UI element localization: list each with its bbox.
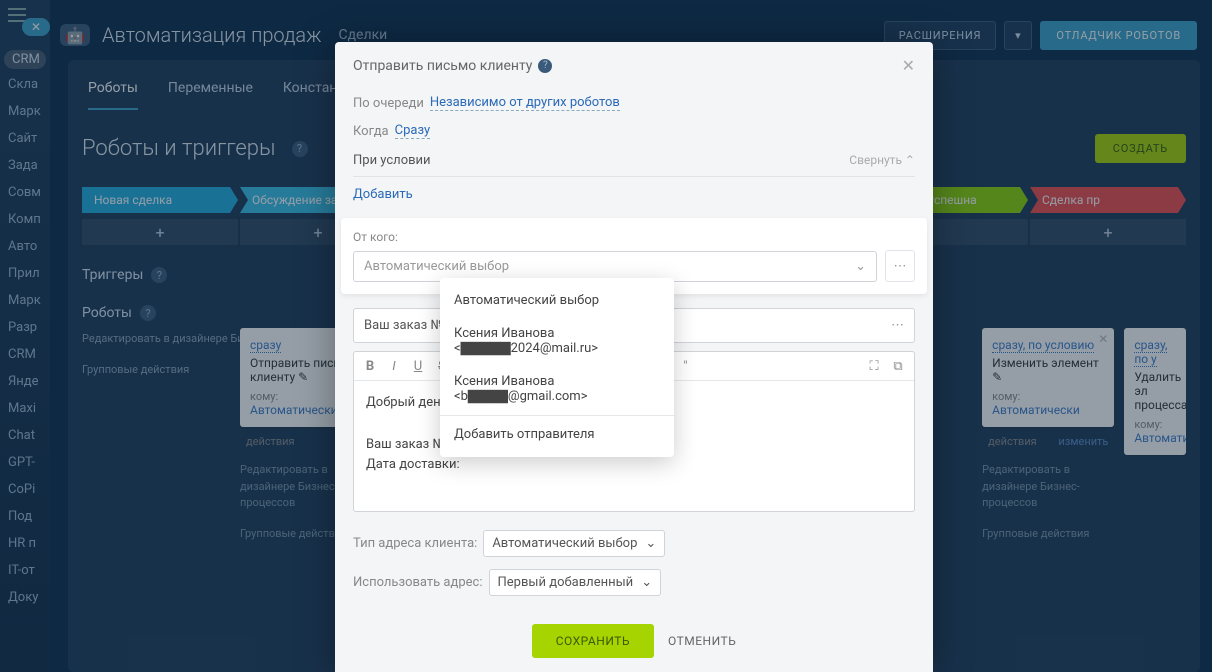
more-icon[interactable]: ⋯	[891, 318, 904, 333]
layout-icon[interactable]: ⧉	[890, 359, 906, 374]
condition-label: При условии	[353, 153, 431, 168]
quote-icon[interactable]: "	[677, 359, 693, 374]
collapse-toggle[interactable]: Свернуть ⌃	[849, 153, 915, 168]
bold-icon[interactable]: B	[362, 359, 378, 374]
queue-label: По очереди	[353, 96, 424, 111]
from-label: От кого:	[353, 230, 915, 244]
addr-type-label: Тип адреса клиента:	[353, 536, 477, 551]
cancel-button[interactable]: ОТМЕНИТЬ	[668, 634, 736, 648]
underline-icon[interactable]: U	[410, 359, 426, 374]
body-line: Дата доставки:	[366, 455, 902, 476]
chevron-down-icon: ⌄	[645, 536, 656, 551]
dropdown-option[interactable]: Ксения Иванова <▇▇▇▇▇2024@mail.ru>	[440, 317, 674, 365]
save-button[interactable]: СОХРАНИТЬ	[532, 624, 654, 658]
addr-type-select[interactable]: Автоматический выбор ⌄	[483, 530, 665, 557]
use-addr-label: Использовать адрес:	[353, 575, 483, 590]
use-addr-select[interactable]: Первый добавленный ⌄	[489, 569, 662, 596]
chevron-down-icon: ⌄	[855, 259, 866, 274]
from-dropdown: Автоматический выбор Ксения Иванова <▇▇▇…	[440, 278, 674, 457]
subject-value: Ваш заказ № {	[364, 318, 452, 333]
when-label: Когда	[353, 124, 389, 139]
from-select[interactable]: Автоматический выбор ⌄	[353, 251, 877, 282]
addr-type-value: Автоматический выбор	[492, 536, 637, 551]
dropdown-option[interactable]: Автоматический выбор	[440, 284, 674, 317]
close-icon[interactable]: ✕	[902, 56, 915, 75]
use-addr-value: Первый добавленный	[498, 575, 634, 590]
dropdown-add-sender[interactable]: Добавить отправителя	[440, 418, 674, 451]
chevron-down-icon: ⌄	[641, 575, 652, 590]
modal-title: Отправить письмо клиенту	[353, 58, 532, 74]
italic-icon[interactable]: I	[386, 359, 402, 374]
queue-value[interactable]: Независимо от других роботов	[430, 95, 620, 111]
fullscreen-icon[interactable]: ⛶	[866, 359, 882, 374]
add-condition[interactable]: Добавить	[353, 177, 915, 218]
from-select-value: Автоматический выбор	[364, 259, 509, 274]
when-value[interactable]: Сразу	[395, 123, 431, 139]
help-icon[interactable]: ?	[538, 59, 552, 73]
dropdown-option[interactable]: Ксения Иванова <b▇▇▇▇@gmail.com>	[440, 365, 674, 413]
more-button[interactable]: ⋯	[885, 250, 915, 282]
